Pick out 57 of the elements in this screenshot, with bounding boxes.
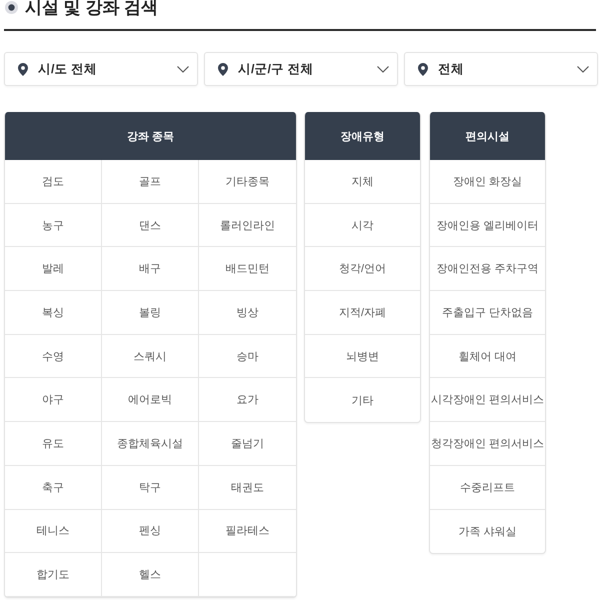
sport-option[interactable]: 야구 [5, 378, 102, 422]
sport-option[interactable]: 배드민턴 [199, 247, 296, 292]
sport-option[interactable]: 검도 [5, 160, 102, 204]
sport-option[interactable]: 합기도 [5, 553, 102, 597]
sport-option[interactable]: 태권도 [199, 466, 296, 510]
filter-select[interactable]: 시/군/구 전체 [204, 52, 398, 86]
sport-option[interactable]: 빙상 [199, 291, 296, 335]
sport-option[interactable]: 헬스 [102, 553, 199, 597]
facility-option[interactable]: 장애인 화장실 [430, 160, 545, 204]
location-pin-icon [218, 62, 228, 76]
sport-option[interactable]: 수영 [5, 334, 102, 378]
facility-option[interactable]: 가족 샤워실 [430, 510, 545, 554]
facility-option[interactable]: 주출입구 단차없음 [430, 291, 545, 335]
chevron-down-icon [377, 66, 389, 72]
chevron-down-icon [577, 66, 589, 72]
sport-option[interactable]: 기타종목 [199, 160, 296, 204]
sport-option[interactable]: 발레 [5, 247, 102, 292]
panel-header: 장애유형 [305, 112, 420, 160]
sport-option[interactable]: 종합체육시설 [102, 422, 199, 466]
sport-option[interactable]: 탁구 [102, 466, 199, 510]
sport-option[interactable]: 댄스 [102, 204, 199, 248]
sport-option[interactable]: 복싱 [5, 291, 102, 335]
sport-option[interactable]: 테니스 [5, 510, 102, 554]
disability-type-option[interactable]: 청각/언어 [305, 247, 420, 292]
sport-option[interactable]: 줄넘기 [199, 422, 296, 466]
filter-select[interactable]: 시/도 전체 [4, 52, 198, 86]
disability-type-option[interactable]: 시각 [305, 204, 420, 248]
disability-type-option[interactable]: 뇌병변 [305, 334, 420, 378]
disability-type-option[interactable]: 기타 [305, 378, 420, 422]
sport-option[interactable]: 펜싱 [102, 510, 199, 554]
sport-option[interactable]: 유도 [5, 422, 102, 466]
sport-option[interactable]: 축구 [5, 466, 102, 510]
location-pin-icon [18, 62, 28, 76]
facility-option[interactable]: 시각장애인 편의서비스 [430, 378, 545, 422]
panel-header: 강좌 종목 [5, 112, 296, 160]
location-pin-icon [418, 62, 428, 76]
sport-option[interactable]: 에어로빅 [102, 378, 199, 422]
sport-option[interactable]: 볼링 [102, 291, 199, 335]
facility-option[interactable]: 청각장애인 편의서비스 [430, 422, 545, 466]
facility-option[interactable]: 수중리프트 [430, 466, 545, 510]
chevron-down-icon [177, 66, 189, 72]
bullet-icon [5, 1, 18, 14]
sport-option[interactable]: 배구 [102, 247, 199, 292]
sport-option[interactable]: 승마 [199, 334, 296, 378]
disability-type-option[interactable]: 지적/자폐 [305, 291, 420, 335]
sport-option[interactable]: 골프 [102, 160, 199, 204]
sport-option[interactable]: 스쿼시 [102, 334, 199, 378]
facility-option[interactable]: 휠체어 대여 [430, 334, 545, 378]
sport-option[interactable]: 농구 [5, 204, 102, 248]
panel-header: 편의시설 [430, 112, 545, 160]
sport-option[interactable]: 롤러인라인 [199, 204, 296, 248]
facility-option[interactable]: 장애인용 엘리베이터 [430, 204, 545, 248]
sport-option[interactable]: 요가 [199, 378, 296, 422]
sport-option[interactable]: 필라테스 [199, 510, 296, 554]
facility-option[interactable]: 장애인전용 주차구역 [430, 247, 545, 292]
filter-select[interactable]: 전체 [404, 52, 598, 86]
disability-type-option[interactable]: 지체 [305, 160, 420, 204]
